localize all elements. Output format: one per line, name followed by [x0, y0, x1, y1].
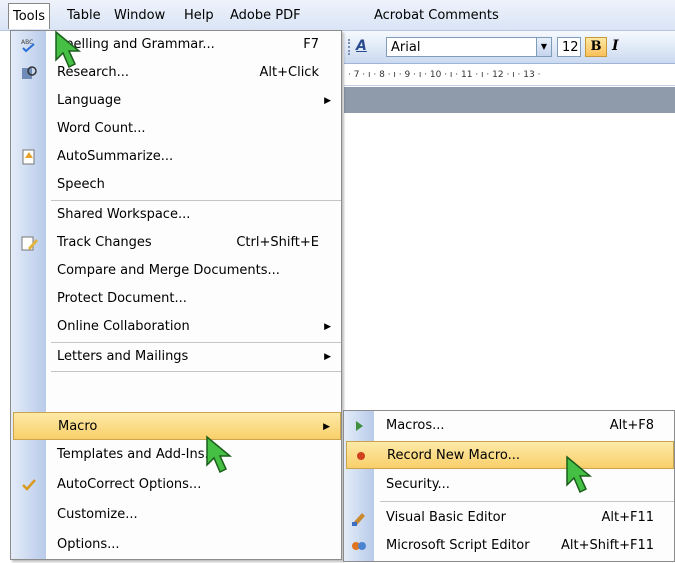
menu-tools[interactable]: Tools	[8, 3, 51, 29]
submenu-arrow-icon: ▶	[324, 352, 331, 362]
italic-button[interactable]: I	[612, 38, 619, 54]
menu-table[interactable]: Table	[63, 6, 105, 26]
menu-item-track-changes[interactable]: Track Changes Ctrl+Shift+E	[11, 229, 341, 257]
bold-button[interactable]: B	[585, 37, 607, 57]
submenu-item-security[interactable]: Security...	[344, 471, 674, 499]
record-icon	[353, 447, 371, 465]
autocorrect-icon	[20, 476, 38, 494]
script-editor-icon	[350, 537, 368, 555]
submenu-arrow-icon: ▶	[323, 422, 330, 432]
menu-acrobat-comments[interactable]: Acrobat Comments	[370, 6, 503, 26]
submenu-separator	[380, 501, 674, 502]
autosummarize-icon	[20, 148, 38, 166]
font-size-value: 12	[562, 40, 579, 55]
submenu-item-record-new-macro[interactable]: Record New Macro...	[346, 441, 674, 469]
chevron-down-icon[interactable]: ▼	[536, 38, 551, 56]
submenu-item-script-editor[interactable]: Microsoft Script Editor Alt+Shift+F11	[344, 532, 674, 560]
menu-item-customize[interactable]: Customize...	[11, 501, 341, 529]
submenu-arrow-icon: ▶	[324, 322, 331, 332]
submenu-arrow-icon: ▶	[324, 96, 331, 106]
menu-item-compare-merge[interactable]: Compare and Merge Documents...	[11, 257, 341, 285]
ruler-band	[344, 87, 675, 113]
cursor-arrow-icon	[55, 30, 82, 69]
font-name-value: Arial	[391, 40, 421, 55]
menu-separator	[51, 371, 341, 372]
spelling-icon: ABC	[20, 36, 38, 54]
menu-item-macro[interactable]: Macro ▶	[13, 412, 341, 440]
tools-menu: ABC Spelling and Grammar... F7 Research.…	[10, 30, 342, 560]
menu-help[interactable]: Help	[180, 6, 218, 26]
font-name-combo[interactable]: Arial ▼	[386, 37, 552, 57]
menu-adobe-pdf[interactable]: Adobe PDF	[226, 6, 305, 26]
styles-icon[interactable]: A	[356, 38, 367, 54]
cursor-arrow-icon	[206, 435, 233, 474]
research-icon	[20, 64, 38, 82]
track-changes-icon	[20, 234, 38, 252]
menu-item-speech[interactable]: Speech	[11, 171, 341, 199]
menu-item-options[interactable]: Options...	[11, 531, 341, 559]
menu-item-autocorrect[interactable]: AutoCorrect Options...	[11, 471, 341, 499]
menu-item-letters-mailings[interactable]: Letters and Mailings ▶	[11, 343, 341, 371]
macro-submenu: Macros... Alt+F8 Record New Macro... Sec…	[343, 410, 675, 562]
menu-item-word-count[interactable]: Word Count...	[11, 115, 341, 143]
submenu-item-macros[interactable]: Macros... Alt+F8	[344, 412, 674, 440]
submenu-item-visual-basic-editor[interactable]: Visual Basic Editor Alt+F11	[344, 504, 674, 532]
toolbar-grip[interactable]	[348, 39, 353, 55]
font-size-combo[interactable]: 12	[557, 37, 581, 57]
menu-item-templates-addins[interactable]: Templates and Add-Ins...	[11, 441, 341, 469]
menu-item-language[interactable]: Language ▶	[11, 87, 341, 115]
menu-item-protect-document[interactable]: Protect Document...	[11, 285, 341, 313]
menu-bar: Tools Table Window Help Adobe PDF Acroba…	[0, 0, 675, 31]
cursor-arrow-icon	[566, 455, 593, 494]
menu-window[interactable]: Window	[110, 6, 169, 26]
play-icon	[350, 417, 368, 435]
menu-item-shared-workspace[interactable]: Shared Workspace...	[11, 201, 341, 229]
menu-item-autosummarize[interactable]: AutoSummarize...	[11, 143, 341, 171]
menu-item-online-collaboration[interactable]: Online Collaboration ▶	[11, 313, 341, 341]
vb-editor-icon	[350, 509, 368, 527]
ruler: · 7 · ı · 8 · ı · 9 · ı · 10 · ı · 11 · …	[344, 64, 675, 86]
